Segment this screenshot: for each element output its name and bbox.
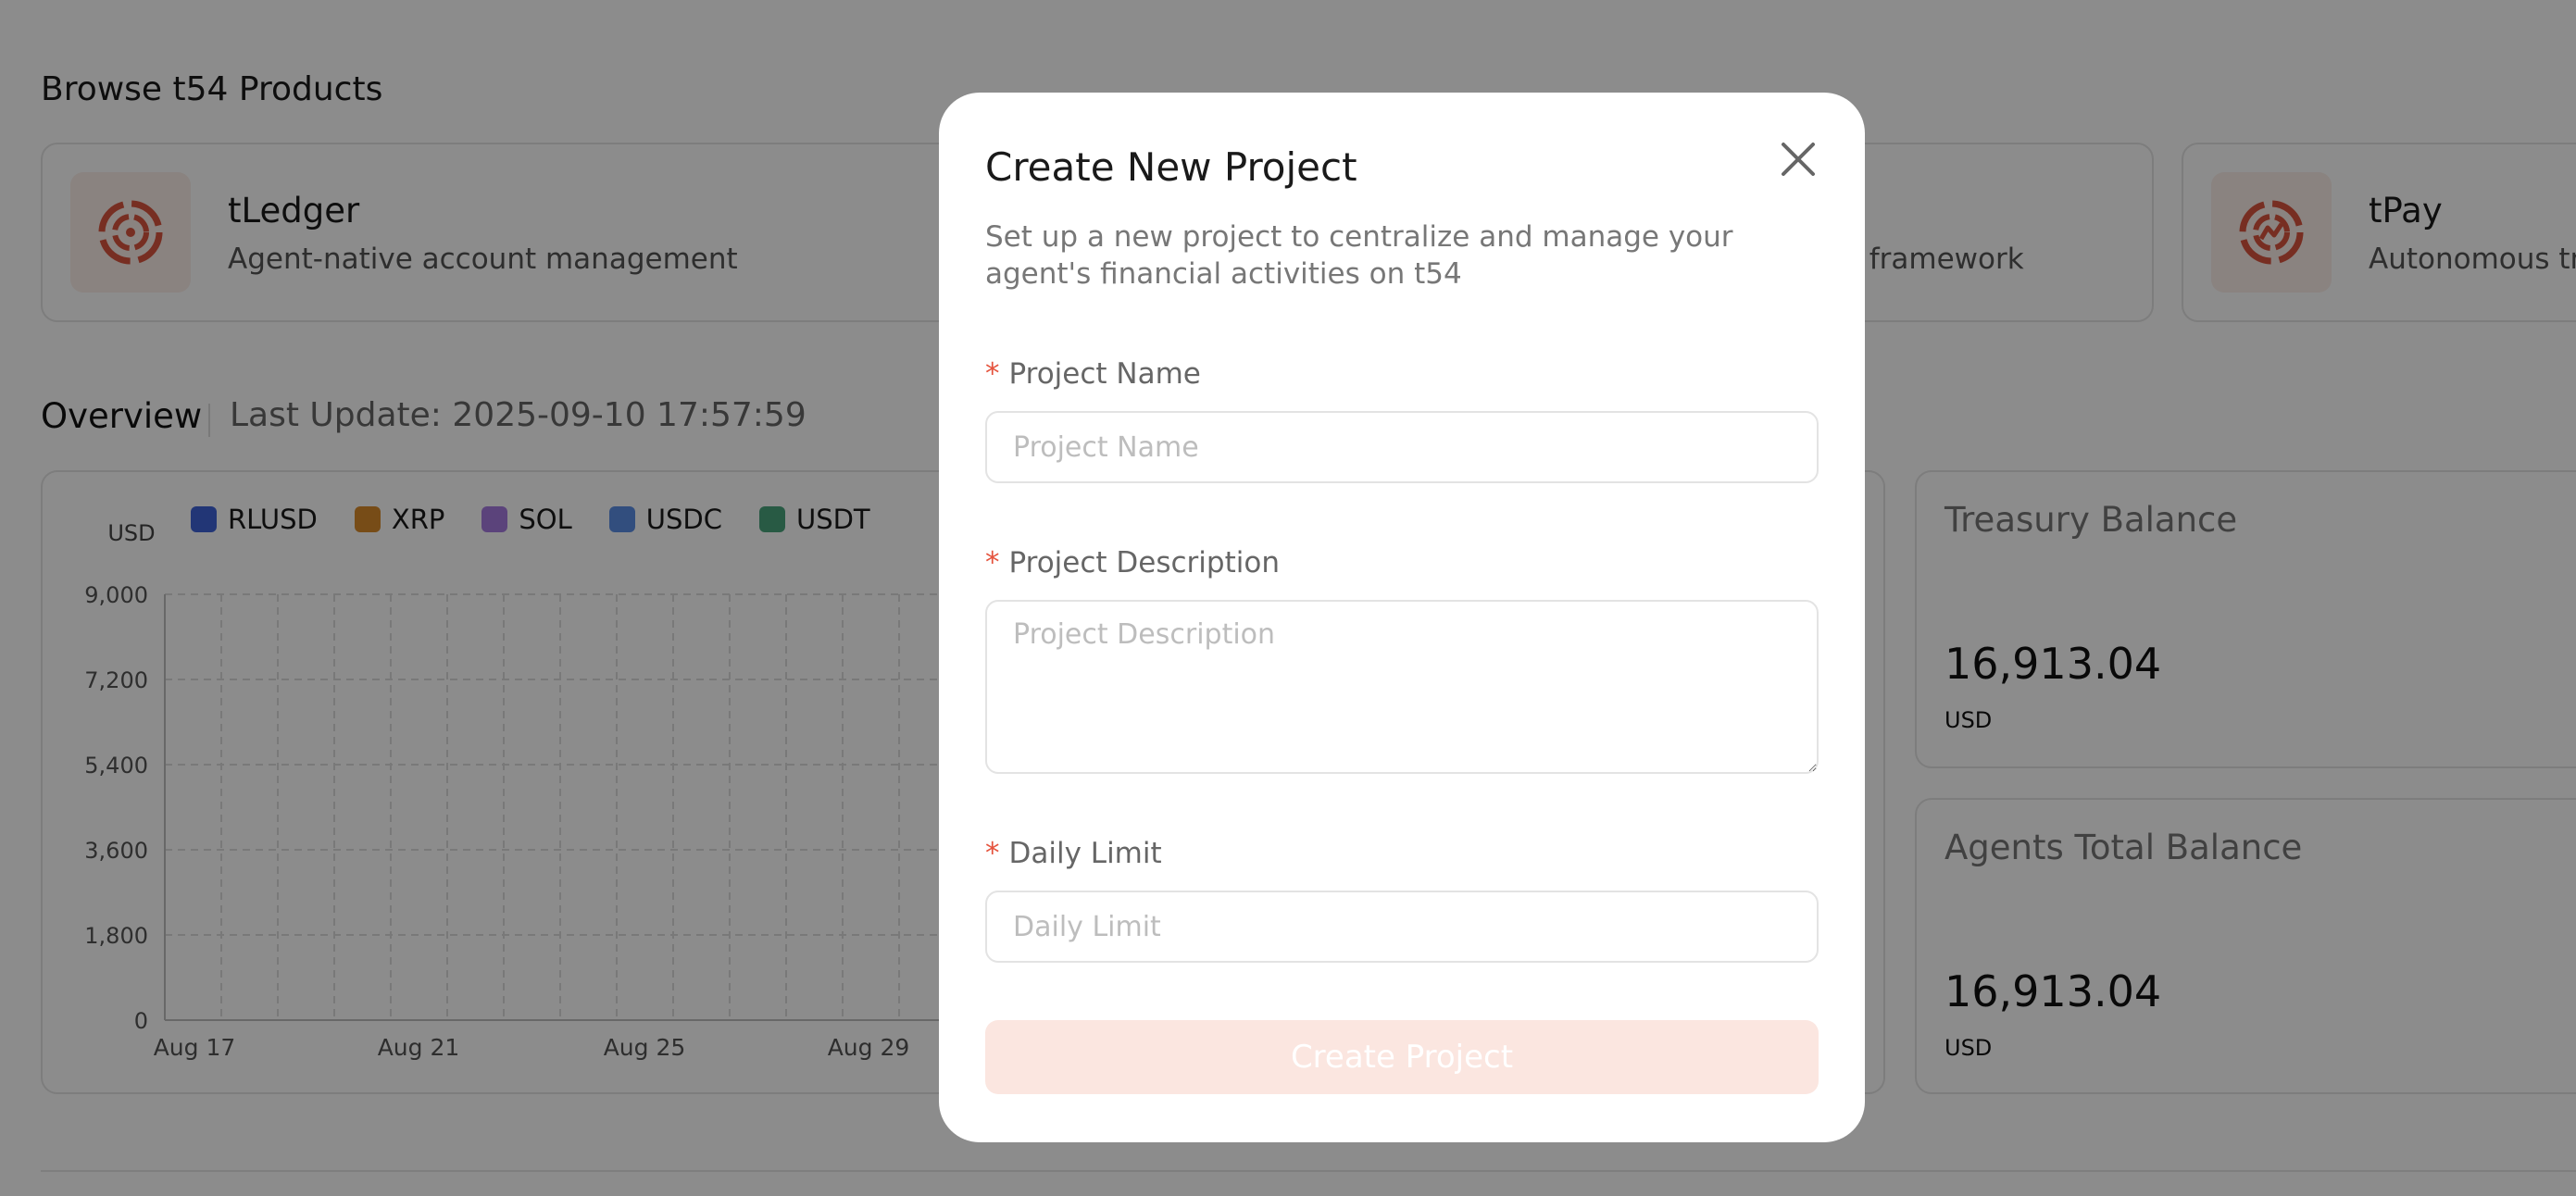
project-description-label-text: Project Description bbox=[1008, 546, 1280, 579]
close-icon[interactable] bbox=[1774, 135, 1822, 183]
project-name-label: * Project Name bbox=[985, 357, 1201, 391]
daily-limit-label: * Daily Limit bbox=[985, 837, 1162, 870]
modal-description: Set up a new project to centralize and m… bbox=[985, 220, 1733, 291]
required-marker: * bbox=[985, 357, 1000, 391]
create-project-modal: Create New Project Set up a new project … bbox=[939, 93, 1865, 1142]
project-description-textarea[interactable] bbox=[985, 600, 1819, 774]
project-description-label: * Project Description bbox=[985, 546, 1280, 579]
project-name-input[interactable] bbox=[985, 411, 1819, 483]
create-project-button[interactable]: Create Project bbox=[985, 1020, 1819, 1094]
daily-limit-label-text: Daily Limit bbox=[1008, 837, 1162, 870]
project-name-label-text: Project Name bbox=[1008, 357, 1201, 391]
modal-title: Create New Project bbox=[985, 144, 1357, 190]
daily-limit-input[interactable] bbox=[985, 891, 1819, 963]
required-marker: * bbox=[985, 837, 1000, 870]
required-marker: * bbox=[985, 546, 1000, 579]
